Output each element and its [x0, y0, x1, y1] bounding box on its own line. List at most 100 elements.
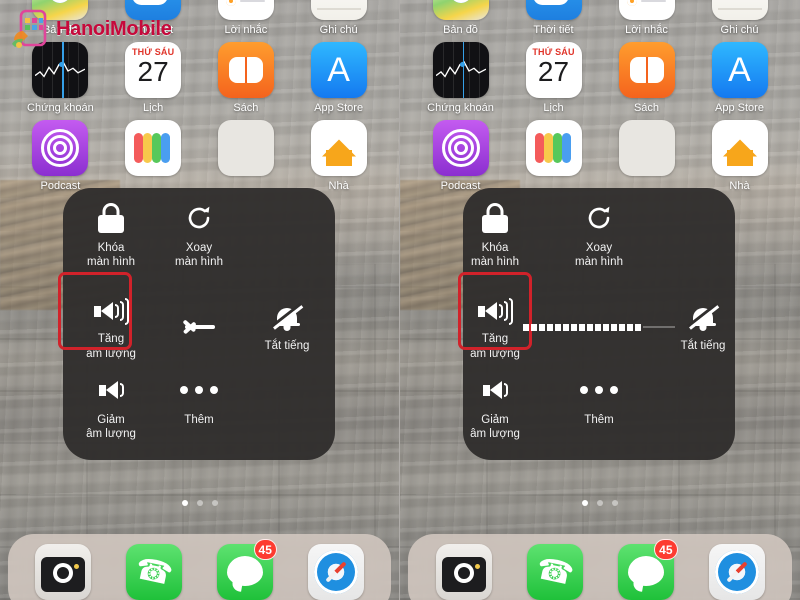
app-home[interactable]: Nhà [292, 120, 385, 192]
home-icon[interactable] [310, 120, 367, 176]
app-notes[interactable]: Ghi chú [693, 0, 786, 36]
volume-slider-segment[interactable] [635, 323, 641, 331]
at-item-mute[interactable]: Tắt tiếng [243, 284, 331, 370]
app-home[interactable]: Nhà [693, 120, 786, 192]
app-books[interactable]: Sách [600, 42, 693, 114]
podcasts-icon[interactable] [32, 120, 89, 176]
blank-icon[interactable] [618, 120, 675, 176]
volume-slider-segment[interactable] [587, 323, 593, 331]
phone-wrench-logo-icon [8, 6, 54, 52]
page-dot[interactable] [582, 500, 588, 506]
at-item-rotate-screen[interactable]: Xoay màn hình [523, 198, 675, 284]
notes-icon[interactable] [310, 0, 367, 20]
app-calendar[interactable]: THỨ SÁU 27 Lịch [507, 42, 600, 114]
dock-app-camera[interactable] [35, 544, 92, 600]
weather-icon[interactable] [525, 0, 582, 20]
volume-slider-segment[interactable] [595, 323, 601, 331]
dock-app-safari[interactable] [708, 544, 765, 600]
photos-icon[interactable] [125, 120, 182, 176]
dock-app-phone[interactable]: ☎ [126, 544, 183, 600]
maps-icon[interactable] [432, 0, 489, 20]
volume-slider-segment[interactable] [603, 323, 609, 331]
app-appstore[interactable]: A App Store [693, 42, 786, 114]
page-dot[interactable] [181, 500, 188, 506]
app-label: Sách [633, 102, 660, 114]
at-item-mute[interactable]: Tắt tiếng [675, 284, 731, 370]
app-podcasts[interactable]: Podcast [414, 120, 507, 192]
at-item-more[interactable]: Thêm [523, 370, 675, 456]
app-calendar[interactable]: THỨ SÁU 27 Lịch [107, 42, 200, 114]
phone-icon[interactable]: ☎ [526, 544, 583, 600]
assistive-touch-menu-left[interactable]: Khóa màn hình Xoay màn hình Tăng âm lượn… [58, 188, 335, 460]
page-dot[interactable] [597, 500, 603, 506]
page-dots[interactable] [0, 500, 399, 506]
blank-icon[interactable] [217, 120, 274, 176]
dock-app-camera[interactable] [435, 544, 492, 600]
safari-icon[interactable] [708, 544, 765, 600]
camera-icon[interactable] [435, 544, 492, 600]
app-blank[interactable] [600, 120, 693, 192]
volume-slider-segment[interactable] [619, 323, 625, 331]
volume-slider-segment[interactable] [579, 323, 585, 331]
home-icon[interactable] [711, 120, 768, 176]
at-item-volume-up[interactable]: Tăng âm lượng [458, 272, 532, 370]
safari-icon[interactable] [307, 544, 364, 600]
page-dot[interactable] [211, 500, 218, 506]
app-appstore[interactable]: A App Store [292, 42, 385, 114]
at-item-volume-down[interactable]: Giảm âm lượng [67, 370, 155, 456]
dock-app-messages[interactable]: 45 [617, 539, 678, 600]
volume-slider[interactable] [523, 323, 675, 331]
camera-icon[interactable] [35, 544, 92, 600]
volume-slider-segment[interactable] [563, 323, 569, 331]
app-blank[interactable] [200, 120, 293, 192]
volume-slider-segment[interactable] [531, 323, 537, 331]
stocks-icon[interactable] [432, 42, 489, 98]
notes-icon[interactable] [711, 0, 768, 20]
reminders-icon[interactable] [217, 0, 274, 20]
app-photos[interactable] [507, 120, 600, 192]
at-item-rotate-screen[interactable]: Xoay màn hình [155, 198, 243, 284]
at-item-volume-slider[interactable] [523, 284, 675, 370]
app-reminders[interactable]: Lời nhắc [200, 0, 293, 36]
volume-slider-segment[interactable] [539, 323, 545, 331]
app-podcasts[interactable]: Podcast [14, 120, 107, 192]
assistive-touch-menu-right[interactable]: Khóa màn hình Xoay màn hình Tăng âm lượn… [458, 188, 735, 460]
volume-slider-segment[interactable] [571, 323, 577, 331]
page-dot[interactable] [612, 500, 618, 506]
appstore-icon[interactable]: A [310, 42, 367, 98]
volume-slider-segment[interactable] [627, 323, 633, 331]
app-weather[interactable]: Thời tiết [507, 0, 600, 36]
app-photos[interactable] [107, 120, 200, 192]
reminders-icon[interactable] [618, 0, 675, 20]
at-item-lock-screen[interactable]: Khóa màn hình [467, 198, 523, 284]
app-reminders[interactable]: Lời nhắc [600, 0, 693, 36]
app-maps[interactable]: Bản đồ [414, 0, 507, 36]
app-notes[interactable]: Ghi chú [292, 0, 385, 36]
at-item-volume-down[interactable]: Giảm âm lượng [467, 370, 523, 456]
at-item-more[interactable]: Thêm [155, 370, 243, 456]
volume-slider-segment[interactable] [523, 323, 529, 331]
volume-slider-segment[interactable] [555, 323, 561, 331]
page-dots[interactable] [400, 500, 800, 506]
page-dot[interactable] [196, 500, 203, 506]
at-item-volume-up[interactable]: Tăng âm lượng [58, 272, 155, 370]
app-books[interactable]: Sách [200, 42, 293, 114]
podcasts-icon[interactable] [432, 120, 489, 176]
at-item-back[interactable] [155, 284, 243, 370]
books-icon[interactable] [217, 42, 274, 98]
dock-app-messages[interactable]: 45 [216, 539, 277, 600]
app-stocks[interactable]: Chứng khoán [14, 42, 107, 114]
at-item-lock-screen[interactable]: Khóa màn hình [67, 198, 155, 284]
app-stocks[interactable]: Chứng khoán [414, 42, 507, 114]
photos-icon[interactable] [525, 120, 582, 176]
volume-slider-track-remainder[interactable] [643, 326, 675, 328]
dock-app-safari[interactable] [307, 544, 364, 600]
appstore-icon[interactable]: A [711, 42, 768, 98]
phone-icon[interactable]: ☎ [126, 544, 183, 600]
books-icon[interactable] [618, 42, 675, 98]
volume-slider-segment[interactable] [611, 323, 617, 331]
back-arrow-icon[interactable] [181, 307, 217, 347]
volume-slider-segment[interactable] [547, 323, 553, 331]
dock-app-phone[interactable]: ☎ [526, 544, 583, 600]
calendar-icon[interactable]: THỨ SÁU 27 [525, 42, 582, 98]
